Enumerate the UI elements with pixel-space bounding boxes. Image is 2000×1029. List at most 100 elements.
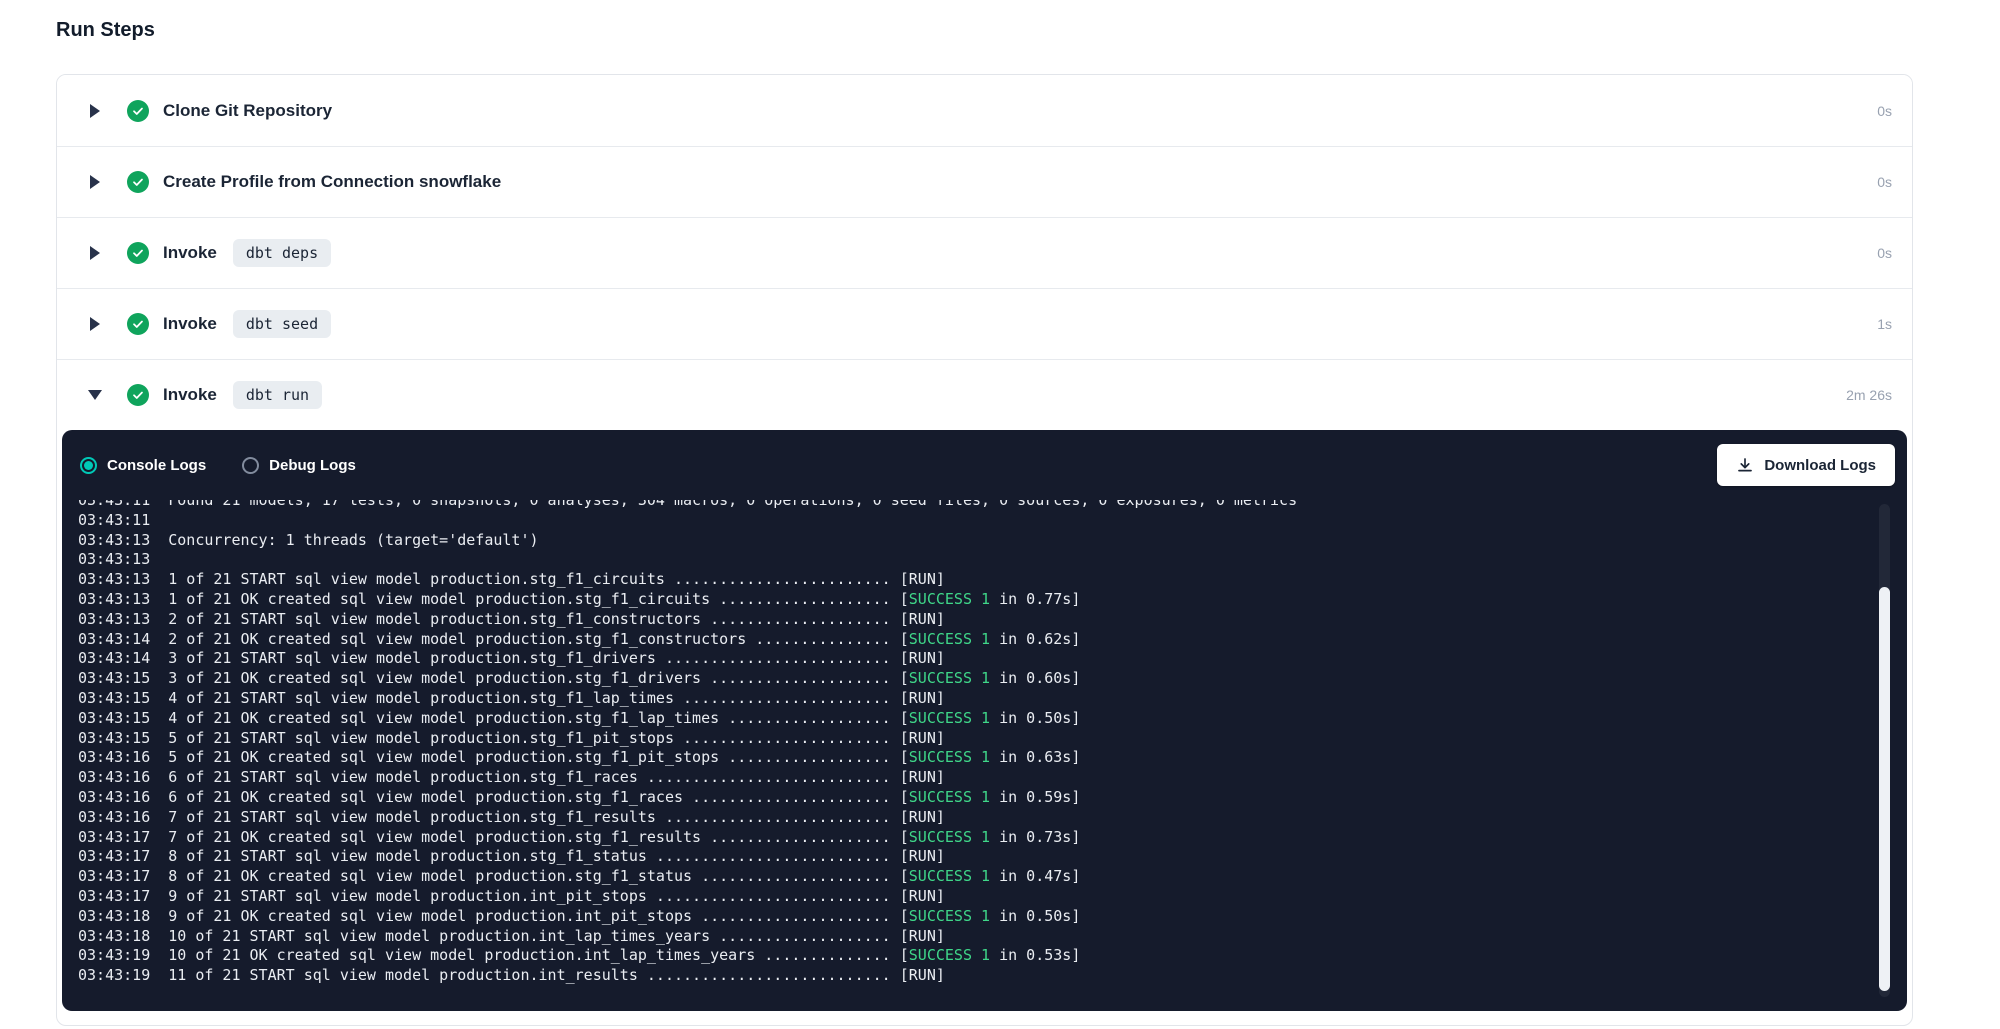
step-row-clone-git-repository[interactable]: Clone Git Repository 0s [57,75,1912,146]
log-line: 03:43:178 of 21 OK created sql view mode… [78,867,1907,887]
step-duration: 1s [1877,316,1892,332]
log-timestamp: 03:43:17 [78,887,150,905]
log-timestamp: 03:43:11 [78,511,150,529]
run-steps-card: Clone Git Repository 0s Create Profile f… [56,74,1913,1026]
log-success-status: SUCCESS 1 [909,630,990,648]
step-row-invoke-dbt-seed[interactable]: Invoke dbt seed 1s [57,288,1912,359]
log-line: 03:43:155 of 21 START sql view model pro… [78,729,1907,749]
success-check-icon [127,171,149,193]
log-timestamp: 03:43:13 [78,570,150,588]
log-line: 03:43:165 of 21 OK created sql view mode… [78,748,1907,768]
log-timestamp: 03:43:19 [78,966,150,984]
step-duration: 0s [1877,245,1892,261]
success-check-icon [127,384,149,406]
log-timestamp: 03:43:13 [78,590,150,608]
radio-selected-icon[interactable] [80,457,97,474]
log-line: 03:43:154 of 21 START sql view model pro… [78,689,1907,709]
log-timestamp: 03:43:15 [78,729,150,747]
step-command-chip: dbt deps [233,239,331,267]
log-success-status: SUCCESS 1 [909,590,990,608]
log-line: 03:43:1810 of 21 START sql view model pr… [78,927,1907,947]
chevron-right-icon[interactable] [89,246,101,260]
log-timestamp: 03:43:11 [78,500,150,509]
log-line: 03:43:189 of 21 OK created sql view mode… [78,907,1907,927]
step-duration: 0s [1877,174,1892,190]
log-line: 03:43:179 of 21 START sql view model pro… [78,887,1907,907]
log-line: 03:43:177 of 21 OK created sql view mode… [78,828,1907,848]
log-timestamp: 03:43:17 [78,867,150,885]
log-line: 03:43:131 of 21 OK created sql view mode… [78,590,1907,610]
log-success-status: SUCCESS 1 [909,867,990,885]
log-timestamp: 03:43:15 [78,689,150,707]
step-row-invoke-dbt-run[interactable]: Invoke dbt run 2m 26s [57,359,1912,430]
log-line: 03:43:131 of 21 START sql view model pro… [78,570,1907,590]
step-command-chip: dbt run [233,381,322,409]
log-line: 03:43:154 of 21 OK created sql view mode… [78,709,1907,729]
log-line: 03:43:132 of 21 START sql view model pro… [78,610,1907,630]
log-viewport[interactable]: 03:43:11Found 21 models, 17 tests, 0 sna… [62,500,1907,999]
log-timestamp: 03:43:15 [78,669,150,687]
log-line: 03:43:1910 of 21 OK created sql view mod… [78,946,1907,966]
log-timestamp: 03:43:16 [78,808,150,826]
step-label: Invoke [163,385,217,405]
console-panel: Console Logs Debug Logs Download Logs 0 [62,430,1907,1011]
log-timestamp: 03:43:16 [78,788,150,806]
download-logs-button[interactable]: Download Logs [1717,444,1895,486]
step-row-create-profile-snowflake[interactable]: Create Profile from Connection snowflake… [57,146,1912,217]
log-success-status: SUCCESS 1 [909,788,990,806]
log-timestamp: 03:43:16 [78,748,150,766]
log-timestamp: 03:43:19 [78,946,150,964]
log-timestamp: 03:43:13 [78,610,150,628]
success-check-icon [127,313,149,335]
console-logs-label: Console Logs [107,457,206,474]
log-line: 03:43:142 of 21 OK created sql view mode… [78,630,1907,650]
log-scrollbar-track[interactable] [1879,504,1890,997]
radio-unselected-icon[interactable] [242,457,259,474]
log-line: 03:43:13Concurrency: 1 threads (target='… [78,531,1907,551]
success-check-icon [127,100,149,122]
log-line: 03:43:11Found 21 models, 17 tests, 0 sna… [78,500,1907,511]
log-lines: 03:43:11Found 21 models, 17 tests, 0 sna… [78,500,1907,986]
log-timestamp: 03:43:13 [78,550,150,568]
log-timestamp: 03:43:17 [78,847,150,865]
step-duration: 0s [1877,103,1892,119]
console-logs-radio[interactable]: Console Logs [80,457,206,474]
log-timestamp: 03:43:18 [78,927,150,945]
log-success-status: SUCCESS 1 [909,828,990,846]
log-line: 03:43:178 of 21 START sql view model pro… [78,847,1907,867]
run-steps-page: Run Steps Clone Git Repository 0s Create… [0,0,2000,1026]
log-success-status: SUCCESS 1 [909,669,990,687]
step-label: Invoke [163,314,217,334]
chevron-right-icon[interactable] [89,175,101,189]
log-line: 03:43:11 [78,511,1907,531]
log-success-status: SUCCESS 1 [909,748,990,766]
log-success-status: SUCCESS 1 [909,709,990,727]
step-label: Create Profile from Connection snowflake [163,172,501,192]
debug-logs-radio[interactable]: Debug Logs [242,457,356,474]
log-timestamp: 03:43:13 [78,531,150,549]
log-line: 03:43:13 [78,550,1907,570]
step-label: Invoke [163,243,217,263]
log-line: 03:43:167 of 21 START sql view model pro… [78,808,1907,828]
step-row-invoke-dbt-deps[interactable]: Invoke dbt deps 0s [57,217,1912,288]
success-check-icon [127,242,149,264]
console-header: Console Logs Debug Logs Download Logs [62,430,1907,500]
step-label: Clone Git Repository [163,101,332,121]
chevron-down-icon[interactable] [89,390,101,400]
log-line: 03:43:143 of 21 START sql view model pro… [78,649,1907,669]
log-line: 03:43:153 of 21 OK created sql view mode… [78,669,1907,689]
log-scrollbar-thumb[interactable] [1879,587,1890,991]
chevron-right-icon[interactable] [89,317,101,331]
log-timestamp: 03:43:16 [78,768,150,786]
log-line: 03:43:166 of 21 START sql view model pro… [78,768,1907,788]
debug-logs-label: Debug Logs [269,457,356,474]
download-icon [1736,456,1754,474]
log-timestamp: 03:43:18 [78,907,150,925]
download-logs-label: Download Logs [1764,457,1876,474]
chevron-right-icon[interactable] [89,104,101,118]
log-timestamp: 03:43:14 [78,630,150,648]
log-success-status: SUCCESS 1 [909,907,990,925]
log-line: 03:43:166 of 21 OK created sql view mode… [78,788,1907,808]
log-success-status: SUCCESS 1 [909,946,990,964]
log-timestamp: 03:43:15 [78,709,150,727]
